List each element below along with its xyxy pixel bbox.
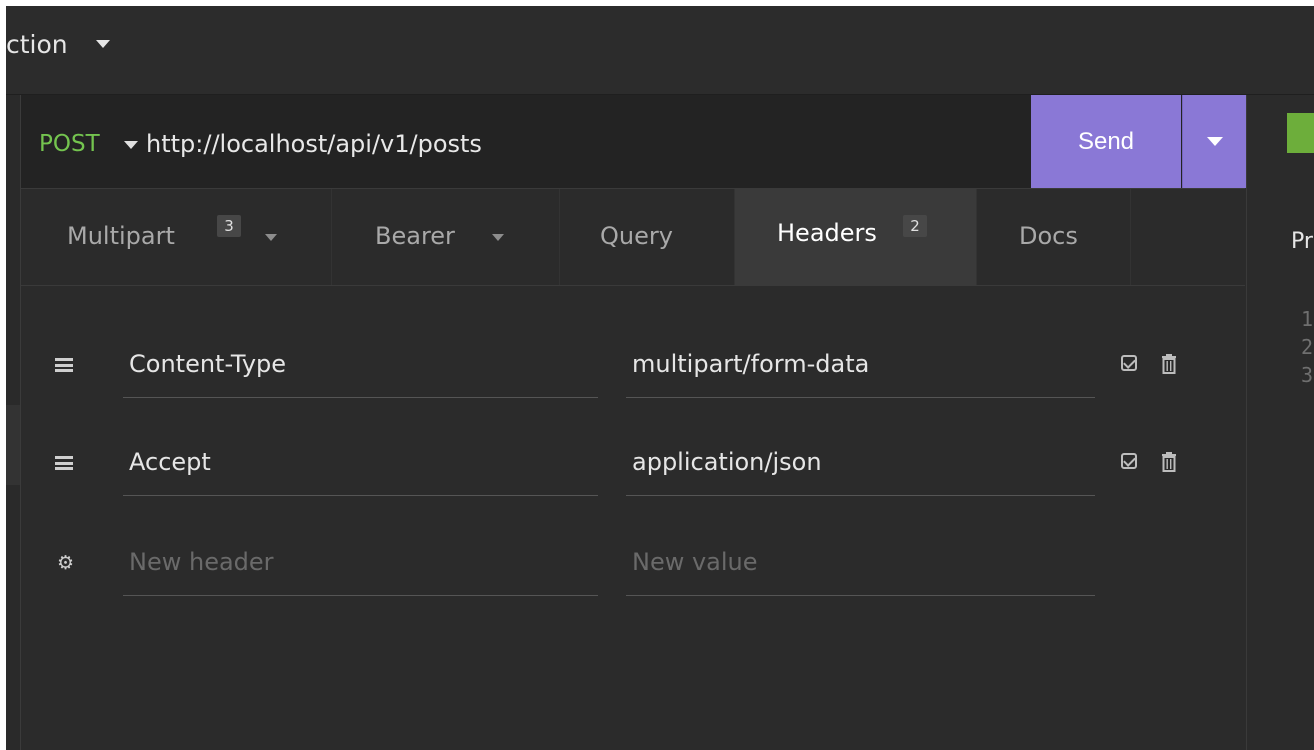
app-window: ction POST http://localhost/api/v1/posts… bbox=[6, 6, 1314, 750]
new-header-name-input[interactable] bbox=[123, 528, 598, 596]
tab-label: Query bbox=[600, 222, 673, 250]
drag-handle-icon[interactable] bbox=[55, 358, 73, 372]
header-value-input[interactable] bbox=[626, 330, 1095, 398]
line-number: 1 bbox=[1301, 307, 1314, 331]
url-bar: POST http://localhost/api/v1/posts Send bbox=[21, 95, 1246, 189]
trash-icon[interactable] bbox=[1161, 354, 1177, 374]
tab-bearer[interactable]: Bearer bbox=[332, 189, 560, 285]
tab-label: Docs bbox=[1019, 222, 1078, 250]
tab-badge: 2 bbox=[903, 215, 927, 237]
new-header-row: ⚙ bbox=[21, 518, 1245, 616]
tab-badge: 3 bbox=[217, 215, 241, 237]
send-options-button[interactable] bbox=[1182, 95, 1246, 188]
chevron-down-icon bbox=[1207, 137, 1223, 146]
enabled-checkbox-icon[interactable] bbox=[1121, 355, 1137, 371]
request-panel: POST http://localhost/api/v1/posts Send … bbox=[21, 95, 1246, 750]
response-pane: Pr 1 2 3 bbox=[1246, 95, 1314, 750]
trash-icon[interactable] bbox=[1161, 452, 1177, 472]
header-row bbox=[21, 418, 1245, 516]
workspace-title[interactable]: ction bbox=[6, 30, 68, 59]
gear-icon[interactable]: ⚙ bbox=[57, 554, 75, 573]
chevron-down-icon bbox=[492, 234, 504, 241]
sidebar-edge bbox=[6, 95, 21, 750]
line-number: 2 bbox=[1301, 335, 1314, 359]
header-value-input[interactable] bbox=[626, 428, 1095, 496]
workspace-caret-icon[interactable] bbox=[96, 40, 110, 48]
line-number: 3 bbox=[1301, 363, 1314, 387]
workspace-header: ction bbox=[6, 6, 1314, 95]
tab-query[interactable]: Query bbox=[560, 189, 735, 285]
header-name-input[interactable] bbox=[123, 428, 598, 496]
send-button[interactable]: Send bbox=[1031, 95, 1181, 188]
status-badge bbox=[1287, 113, 1314, 153]
sidebar-selected-band bbox=[6, 405, 20, 485]
tab-label: Multipart bbox=[67, 222, 175, 250]
url-input[interactable]: http://localhost/api/v1/posts bbox=[146, 130, 482, 158]
tab-preview[interactable]: Pr bbox=[1291, 229, 1313, 254]
tab-label: Bearer bbox=[375, 222, 455, 250]
tab-label: Headers bbox=[777, 219, 877, 247]
tab-docs[interactable]: Docs bbox=[977, 189, 1131, 285]
header-row bbox=[21, 320, 1245, 418]
method-caret-icon[interactable] bbox=[124, 141, 138, 149]
request-tabs: Multipart 3 Bearer Query Headers 2 Docs bbox=[21, 189, 1245, 286]
new-header-value-input[interactable] bbox=[626, 528, 1095, 596]
drag-handle-icon[interactable] bbox=[55, 456, 73, 470]
header-name-input[interactable] bbox=[123, 330, 598, 398]
method-selector[interactable]: POST bbox=[39, 131, 100, 157]
chevron-down-icon bbox=[265, 234, 277, 241]
enabled-checkbox-icon[interactable] bbox=[1121, 453, 1137, 469]
tab-multipart[interactable]: Multipart 3 bbox=[21, 189, 332, 285]
tab-headers[interactable]: Headers 2 bbox=[735, 189, 977, 285]
